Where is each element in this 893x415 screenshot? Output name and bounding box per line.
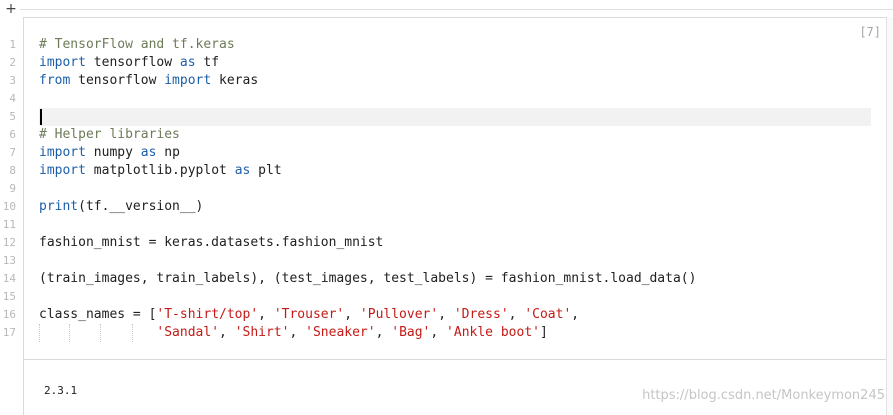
code-editor[interactable]: # TensorFlow and tf.keras import tensorfl… — [39, 36, 871, 342]
code-token: 'Pullover' — [359, 307, 439, 322]
code-line[interactable]: print(tf.__version__) — [39, 198, 871, 216]
line-number: 4 — [9, 92, 16, 105]
code-line[interactable]: import tensorflow as tf — [39, 54, 871, 72]
code-token: matplotlib.pyplot — [85, 163, 235, 178]
code-line[interactable] — [39, 252, 871, 270]
code-token: , — [438, 307, 454, 322]
code-line[interactable] — [39, 216, 871, 234]
code-token: tensorflow — [85, 55, 180, 70]
code-token: 'Ankle boot' — [446, 325, 540, 340]
indent-guide — [132, 324, 133, 342]
line-number: 17 — [2, 326, 16, 339]
code-line[interactable] — [39, 180, 871, 198]
code-token: keras — [211, 73, 259, 88]
code-token: import — [39, 55, 86, 70]
code-token: print — [39, 199, 79, 214]
code-cell[interactable]: [7] # TensorFlow and tf.keras import tens… — [23, 17, 893, 415]
code-line[interactable]: 'Sandal', 'Shirt', 'Sneaker', 'Bag', 'An… — [39, 324, 871, 342]
code-token: , — [344, 307, 360, 322]
code-token: 'Trouser' — [273, 307, 345, 322]
code-token: 'T-shirt/top' — [156, 307, 259, 322]
code-token: import — [39, 145, 86, 160]
code-token: 'Dress' — [453, 307, 509, 322]
code-token: plt — [250, 163, 282, 178]
code-token: tf — [195, 55, 220, 70]
code-line[interactable]: from tensorflow import keras — [39, 72, 871, 90]
code-line[interactable]: # TensorFlow and tf.keras — [39, 36, 871, 54]
line-number: 8 — [9, 164, 16, 177]
code-line[interactable] — [39, 108, 871, 126]
scrollbar[interactable] — [886, 17, 893, 415]
code-line[interactable]: fashion_mnist = keras.datasets.fashion_m… — [39, 234, 871, 252]
code-token: , — [571, 307, 580, 322]
code-token: 'Coat' — [524, 307, 572, 322]
code-token: as — [140, 145, 157, 160]
top-divider — [20, 9, 893, 10]
code-token: 'Sneaker' — [305, 325, 376, 340]
line-number: 9 — [9, 182, 16, 195]
line-number-gutter: 1 2 3 4 5 6 7 8 9 10 11 12 13 14 15 16 17 — [0, 36, 16, 342]
code-line[interactable]: import numpy as np — [39, 144, 871, 162]
add-cell-icon[interactable]: + — [3, 1, 19, 17]
line-number: 7 — [9, 146, 16, 159]
code-token: , — [289, 325, 306, 340]
line-number: 5 — [9, 110, 16, 123]
line-number: 14 — [2, 272, 16, 285]
code-token: fashion_mnist = keras.datasets.fashion_m… — [39, 235, 384, 250]
code-token: tensorflow — [70, 73, 165, 88]
cell-output: 2.3.1 — [44, 384, 78, 397]
line-number: 2 — [9, 56, 16, 69]
code-line[interactable]: import matplotlib.pyplot as plt — [39, 162, 871, 180]
code-token: 'Shirt' — [234, 325, 290, 340]
code-token: 'Sandal' — [156, 325, 220, 340]
line-number: 16 — [2, 308, 16, 321]
code-token: np — [156, 145, 180, 160]
code-line[interactable]: class_names = ['T-shirt/top', 'Trouser',… — [39, 306, 871, 324]
code-token: from — [39, 73, 71, 88]
code-line[interactable]: (train_images, train_labels), (test_imag… — [39, 270, 871, 288]
indent-guide — [39, 324, 40, 342]
code-token: 'Bag' — [391, 325, 431, 340]
code-token: , — [375, 325, 392, 340]
output-divider — [24, 359, 893, 360]
code-token: import — [164, 73, 212, 88]
code-token: as — [179, 55, 196, 70]
notebook-page: + 1 2 3 4 5 6 7 8 9 10 11 12 13 14 15 16 17 [7] # Tensor… — [0, 0, 893, 415]
line-number: 15 — [2, 290, 16, 303]
code-token: , — [219, 325, 235, 340]
line-number: 1 — [9, 38, 16, 51]
line-number: 11 — [2, 218, 16, 231]
code-token: as — [234, 163, 251, 178]
code-token: , — [430, 325, 447, 340]
code-token: # TensorFlow and tf.keras — [39, 37, 235, 52]
code-line[interactable] — [39, 288, 871, 306]
code-token: , — [258, 307, 274, 322]
indent-guide — [100, 324, 101, 342]
indent-guide — [69, 324, 70, 342]
code-token: (train_images, train_labels), (test_imag… — [39, 271, 697, 286]
line-number: 6 — [9, 128, 16, 141]
code-token: import — [39, 163, 86, 178]
line-number: 13 — [2, 254, 16, 267]
line-number: 12 — [2, 236, 16, 249]
code-token: numpy — [85, 145, 141, 160]
line-number: 10 — [2, 200, 16, 213]
watermark: https://blog.csdn.net/Monkeymon245 — [642, 388, 885, 403]
code-token: class_names = [ — [39, 307, 157, 322]
line-number: 3 — [9, 74, 16, 87]
code-line[interactable]: # Helper libraries — [39, 126, 871, 144]
text-cursor — [40, 109, 42, 125]
code-token: , — [508, 307, 525, 322]
code-token: ] — [539, 325, 548, 340]
code-token: (tf.__version__) — [78, 199, 204, 214]
code-line[interactable] — [39, 90, 871, 108]
code-token: # Helper libraries — [39, 127, 180, 142]
